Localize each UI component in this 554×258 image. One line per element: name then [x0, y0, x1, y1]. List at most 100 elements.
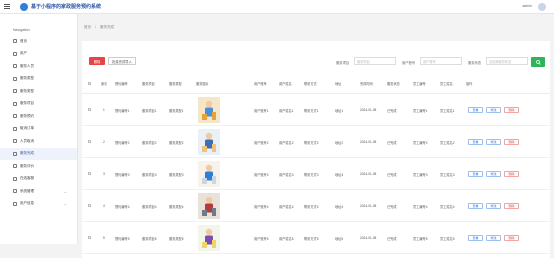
- home-icon: [13, 39, 17, 44]
- filter-label-project: 服务项目: [336, 61, 350, 65]
- row-checkbox[interactable]: [88, 108, 91, 111]
- cell-ename: 员工姓名5: [440, 236, 455, 241]
- view-button[interactable]: 查看: [468, 235, 483, 241]
- service-photo: [202, 132, 216, 152]
- col-status: 服务状态: [387, 82, 400, 86]
- row-delete-button[interactable]: 删除: [504, 139, 519, 145]
- edit-button-label: 修改: [490, 140, 497, 144]
- cell-time: 2024-01-08: [360, 204, 377, 208]
- sidebar-item-3[interactable]: 服务类型: [0, 73, 77, 86]
- edit-button[interactable]: 修改: [486, 107, 501, 113]
- sidebar-item-5[interactable]: 服务项目: [0, 98, 77, 111]
- cell-account: 用户账号3: [254, 172, 269, 177]
- import-button[interactable]: 批量完成导入: [108, 57, 136, 65]
- cell-project: 服务项目1: [142, 108, 157, 113]
- sidebar-item-2[interactable]: 服务人员: [0, 60, 77, 73]
- service-image[interactable]: [198, 161, 220, 187]
- select-all-checkbox[interactable]: [88, 82, 91, 85]
- cell-eid: 员工编号2: [413, 140, 428, 145]
- cell-status: 已完成: [387, 172, 397, 177]
- sidebar-item-label: 服务评价: [20, 163, 34, 168]
- user-icon: [13, 51, 17, 56]
- row-delete-button[interactable]: 删除: [504, 107, 519, 113]
- view-button-label: 查看: [472, 204, 479, 208]
- edit-button[interactable]: 修改: [486, 139, 501, 145]
- sidebar-item-12[interactable]: 系统管理 ⌄: [0, 185, 77, 198]
- view-button[interactable]: 查看: [468, 107, 483, 113]
- sidebar-item-label: 服务预约: [20, 113, 34, 118]
- cell-name: 用户姓名1: [279, 108, 294, 113]
- row-delete-button-label: 删除: [508, 172, 515, 176]
- cell-ename: 员工姓名4: [440, 204, 455, 209]
- project-search-input[interactable]: 服务项目: [354, 57, 396, 65]
- service-image[interactable]: [198, 225, 220, 251]
- view-button[interactable]: 查看: [468, 203, 483, 209]
- cell-phone: 联系方式3: [304, 172, 319, 177]
- sidebar-item-label: 服务类型: [20, 76, 34, 81]
- avatar[interactable]: [538, 3, 546, 11]
- user-name[interactable]: admin: [522, 4, 532, 8]
- breadcrumb-home[interactable]: 首页: [84, 25, 91, 29]
- chevron-down-icon: ⌄: [63, 188, 67, 194]
- sidebar-item-1[interactable]: 用户: [0, 48, 77, 61]
- edit-button[interactable]: 修改: [486, 235, 501, 241]
- status-select[interactable]: 请选择服务状态: [486, 57, 528, 65]
- cell-account: 用户账号5: [254, 236, 269, 241]
- sidebar-item-4[interactable]: 服务类型: [0, 85, 77, 98]
- edit-button[interactable]: 修改: [486, 171, 501, 177]
- cell-index: 3: [103, 172, 105, 176]
- sidebar-item-7[interactable]: 取消订单: [0, 123, 77, 136]
- row-delete-button[interactable]: 删除: [504, 235, 519, 241]
- table-row: 2 预约编号2 服务项目2 服务类型2 用户账号2 用户姓名2 联系方式2 地址2 2024-0…: [82, 126, 550, 158]
- service-image[interactable]: [198, 97, 220, 123]
- cell-time: 2024-01-08: [360, 236, 377, 240]
- cancel-icon: [13, 139, 17, 144]
- calendar-icon: [13, 114, 17, 119]
- row-checkbox[interactable]: [88, 204, 91, 207]
- sidebar-item-label: 在线客服: [20, 176, 34, 181]
- settings-icon: [13, 189, 17, 194]
- cell-time: 2024-01-08: [360, 108, 377, 112]
- cell-name: 用户姓名2: [279, 140, 294, 145]
- cell-name: 用户姓名3: [279, 172, 294, 177]
- sidebar-item-8[interactable]: 人员取消: [0, 135, 77, 148]
- account-search-input[interactable]: 用户账号: [420, 57, 462, 65]
- view-button[interactable]: 查看: [468, 171, 483, 177]
- logo-icon: [20, 2, 28, 11]
- sidebar-item-9[interactable]: 服务完成: [0, 147, 77, 160]
- sidebar-item-11[interactable]: 在线客服: [0, 173, 77, 186]
- view-button-label: 查看: [472, 172, 479, 176]
- service-image[interactable]: [198, 193, 220, 219]
- sidebar-item-13[interactable]: 用户信息 ⌄: [0, 198, 77, 211]
- cell-order: 预约编号3: [115, 172, 130, 177]
- sidebar-item-label: 服务完成: [20, 151, 34, 156]
- search-button[interactable]: [531, 57, 545, 67]
- sidebar-item-6[interactable]: 服务预约: [0, 110, 77, 123]
- cell-time: 2024-01-08: [360, 140, 377, 144]
- row-delete-button[interactable]: 删除: [504, 203, 519, 209]
- cell-addr: 地址1: [335, 108, 344, 113]
- sidebar-item-label: 首页: [20, 38, 27, 43]
- row-delete-button[interactable]: 删除: [504, 171, 519, 177]
- col-image: 服务图片: [196, 82, 209, 86]
- top-bar: 基于小程序的家政服务预约系统 admin: [0, 0, 554, 14]
- col-order: 预约编号: [115, 82, 128, 86]
- col-actions: 操作: [466, 82, 473, 86]
- menu-toggle-icon[interactable]: [0, 0, 12, 14]
- service-image[interactable]: [198, 129, 220, 155]
- sidebar-item-0[interactable]: 首页: [0, 35, 77, 48]
- cell-status: 已完成: [387, 236, 397, 241]
- row-checkbox[interactable]: [88, 172, 91, 175]
- sidebar-item-10[interactable]: 服务评价: [0, 160, 77, 173]
- edit-button[interactable]: 修改: [486, 203, 501, 209]
- delete-button[interactable]: 删除: [89, 57, 105, 65]
- row-checkbox[interactable]: [88, 140, 91, 143]
- col-address: 地址: [335, 82, 342, 86]
- row-checkbox[interactable]: [88, 236, 91, 239]
- edit-button-label: 修改: [490, 172, 497, 176]
- edit-button-label: 修改: [490, 236, 497, 240]
- sidebar-list: 首页 用户 服务人员 服务类型 服务类型 服务项目 服务预约 取消订单 人员取消 服务完成 服务评价…: [0, 35, 77, 210]
- main-content: 首页 / 服务完成 删除 批量完成导入 服务项目 服务项目 用户账号 用户账号 服务…: [78, 14, 554, 258]
- col-employee-id: 员工编号: [413, 82, 426, 86]
- view-button[interactable]: 查看: [468, 139, 483, 145]
